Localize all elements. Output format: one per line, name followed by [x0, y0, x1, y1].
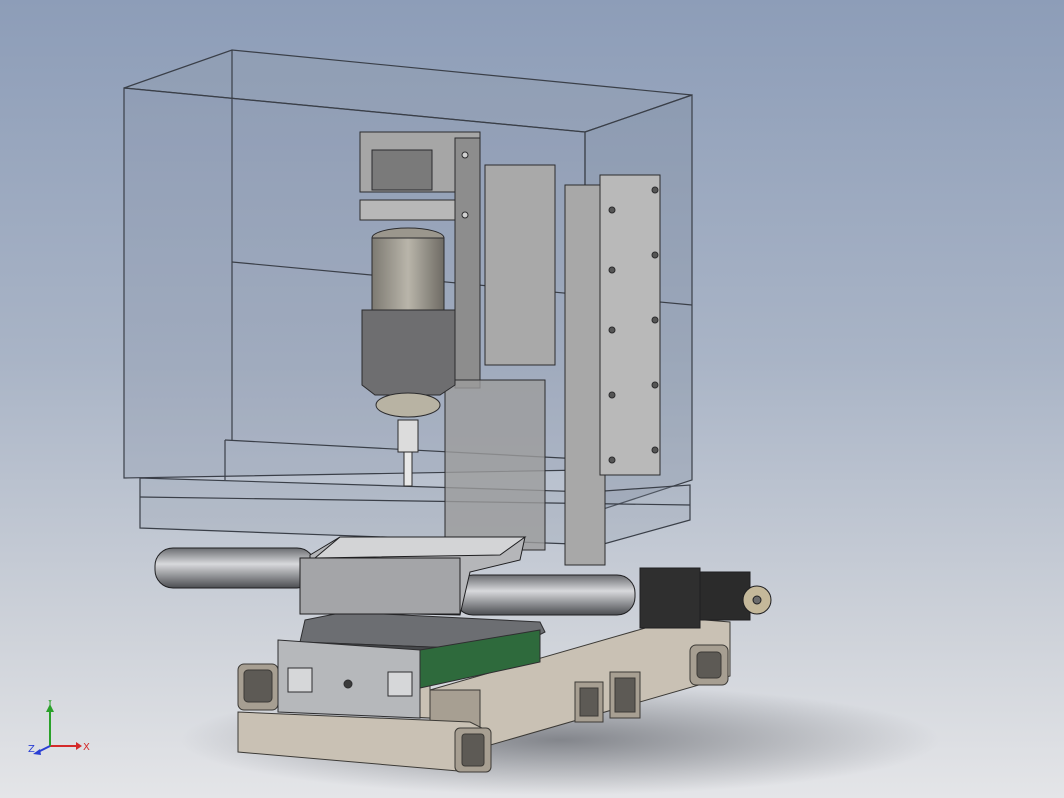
cnc-machine-model[interactable] — [0, 0, 1064, 798]
z-axis-label: Z — [28, 744, 35, 755]
x-axis-rail[interactable] — [154, 536, 772, 629]
x-axis-arrowhead — [76, 742, 82, 750]
coordinate-triad: X Y Z — [28, 700, 90, 755]
x-axis-label: X — [83, 742, 90, 753]
y-axis-label: Y — [46, 700, 54, 708]
3d-viewport[interactable]: X Y Z — [0, 0, 1064, 798]
